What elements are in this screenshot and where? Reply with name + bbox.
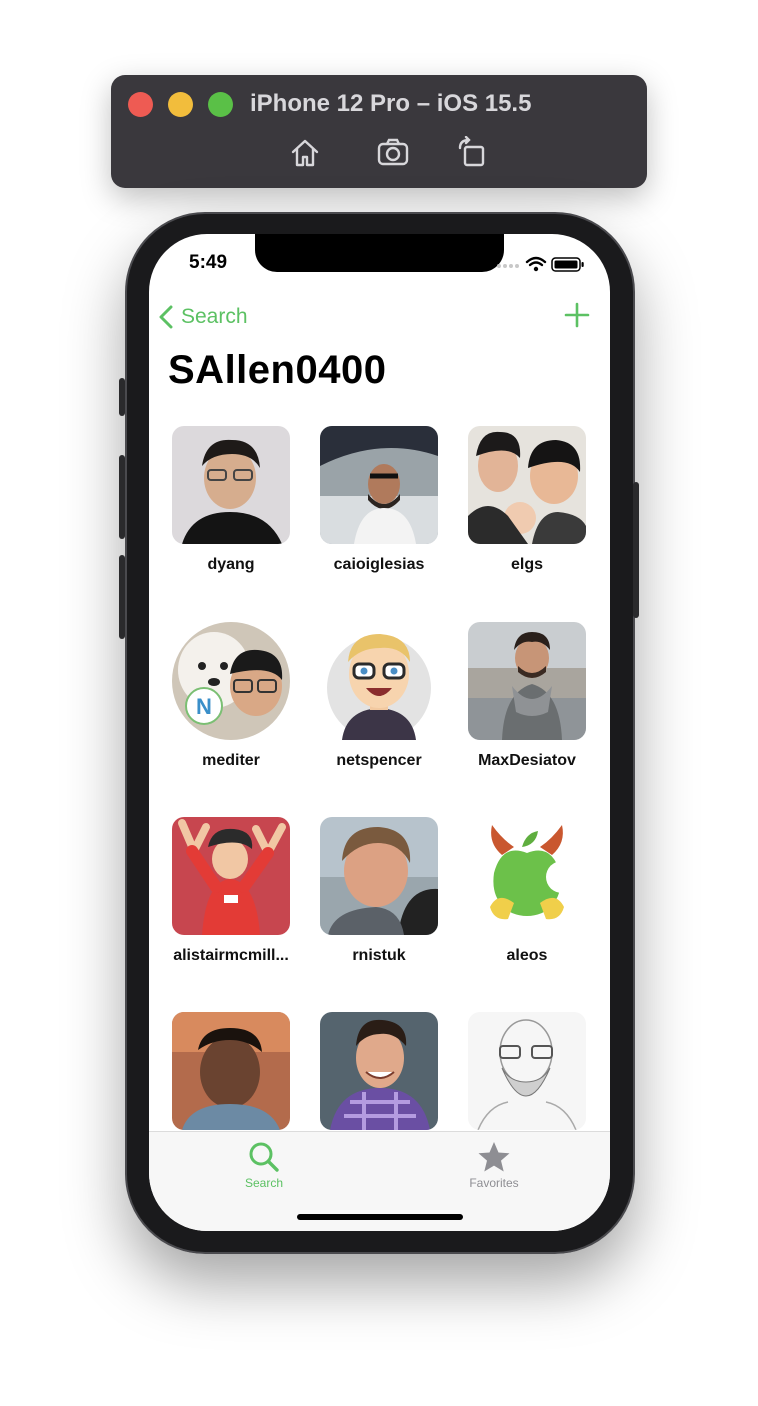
rotate-icon[interactable] [455,135,489,170]
status-icons [496,254,588,274]
minimize-window-button[interactable] [168,92,193,117]
page-title: SAllen0400 [168,348,387,392]
close-window-button[interactable] [128,92,153,117]
chevron-left-icon [159,305,173,329]
plus-icon [564,302,590,328]
user-cell[interactable]: N mediter [161,622,301,802]
svg-text:N: N [196,694,212,719]
avatar [172,426,290,544]
notch [255,234,504,272]
volume-up-button [119,455,125,539]
username: rnistuk [352,947,406,964]
power-button [633,482,639,618]
star-icon [478,1142,510,1172]
home-indicator [297,1214,463,1220]
username: caioiglesias [333,556,425,573]
phone-screen: 5:49 Search SAllen0400 dyang caioiglesia… [149,234,610,1231]
user-cell[interactable]: dyang [161,426,301,606]
volume-down-button [119,555,125,639]
user-cell[interactable]: netspencer [309,622,449,802]
avatar [320,426,438,544]
avatar [468,817,586,935]
tab-search-label: Search [244,1176,284,1190]
username: alistairmcmill... [173,947,289,964]
tab-favorites[interactable]: Favorites [434,1140,554,1200]
back-button[interactable]: Search [159,302,248,332]
username: netspencer [336,752,422,769]
avatar [320,1012,438,1130]
magnifying-glass-icon [249,1142,279,1172]
zoom-window-button[interactable] [208,92,233,117]
back-button-label: Search [181,305,248,328]
user-cell[interactable]: rnistuk [309,817,449,997]
username: elgs [510,556,543,573]
user-cell[interactable]: elgs [457,426,597,606]
username: MaxDesiatov [478,752,576,769]
avatar [172,1012,290,1130]
tab-search[interactable]: Search [204,1140,324,1200]
user-cell[interactable]: alistairmcmill... [161,817,301,997]
avatar [172,817,290,935]
avatar [320,622,438,740]
screenshot-icon[interactable] [376,136,410,170]
status-time: 5:49 [189,252,228,273]
home-icon[interactable] [288,136,322,170]
add-button[interactable] [564,302,590,328]
cellular-signal-icon [497,264,519,268]
avatar: N [172,622,290,740]
avatar [320,817,438,935]
battery-icon [551,257,584,272]
user-cell[interactable]: MaxDesiatov [457,622,597,802]
username: mediter [202,752,260,769]
username: aleos [506,947,548,964]
user-cell[interactable]: caioiglesias [309,426,449,606]
username: dyang [207,556,255,573]
avatar [468,1012,586,1130]
mute-switch [119,378,125,416]
avatar [468,622,586,740]
tab-favorites-label: Favorites [469,1176,519,1190]
user-cell[interactable]: aleos [457,817,597,997]
simulator-title: iPhone 12 Pro – iOS 15.5 [250,90,532,117]
wifi-icon [525,256,547,267]
avatar [468,426,586,544]
